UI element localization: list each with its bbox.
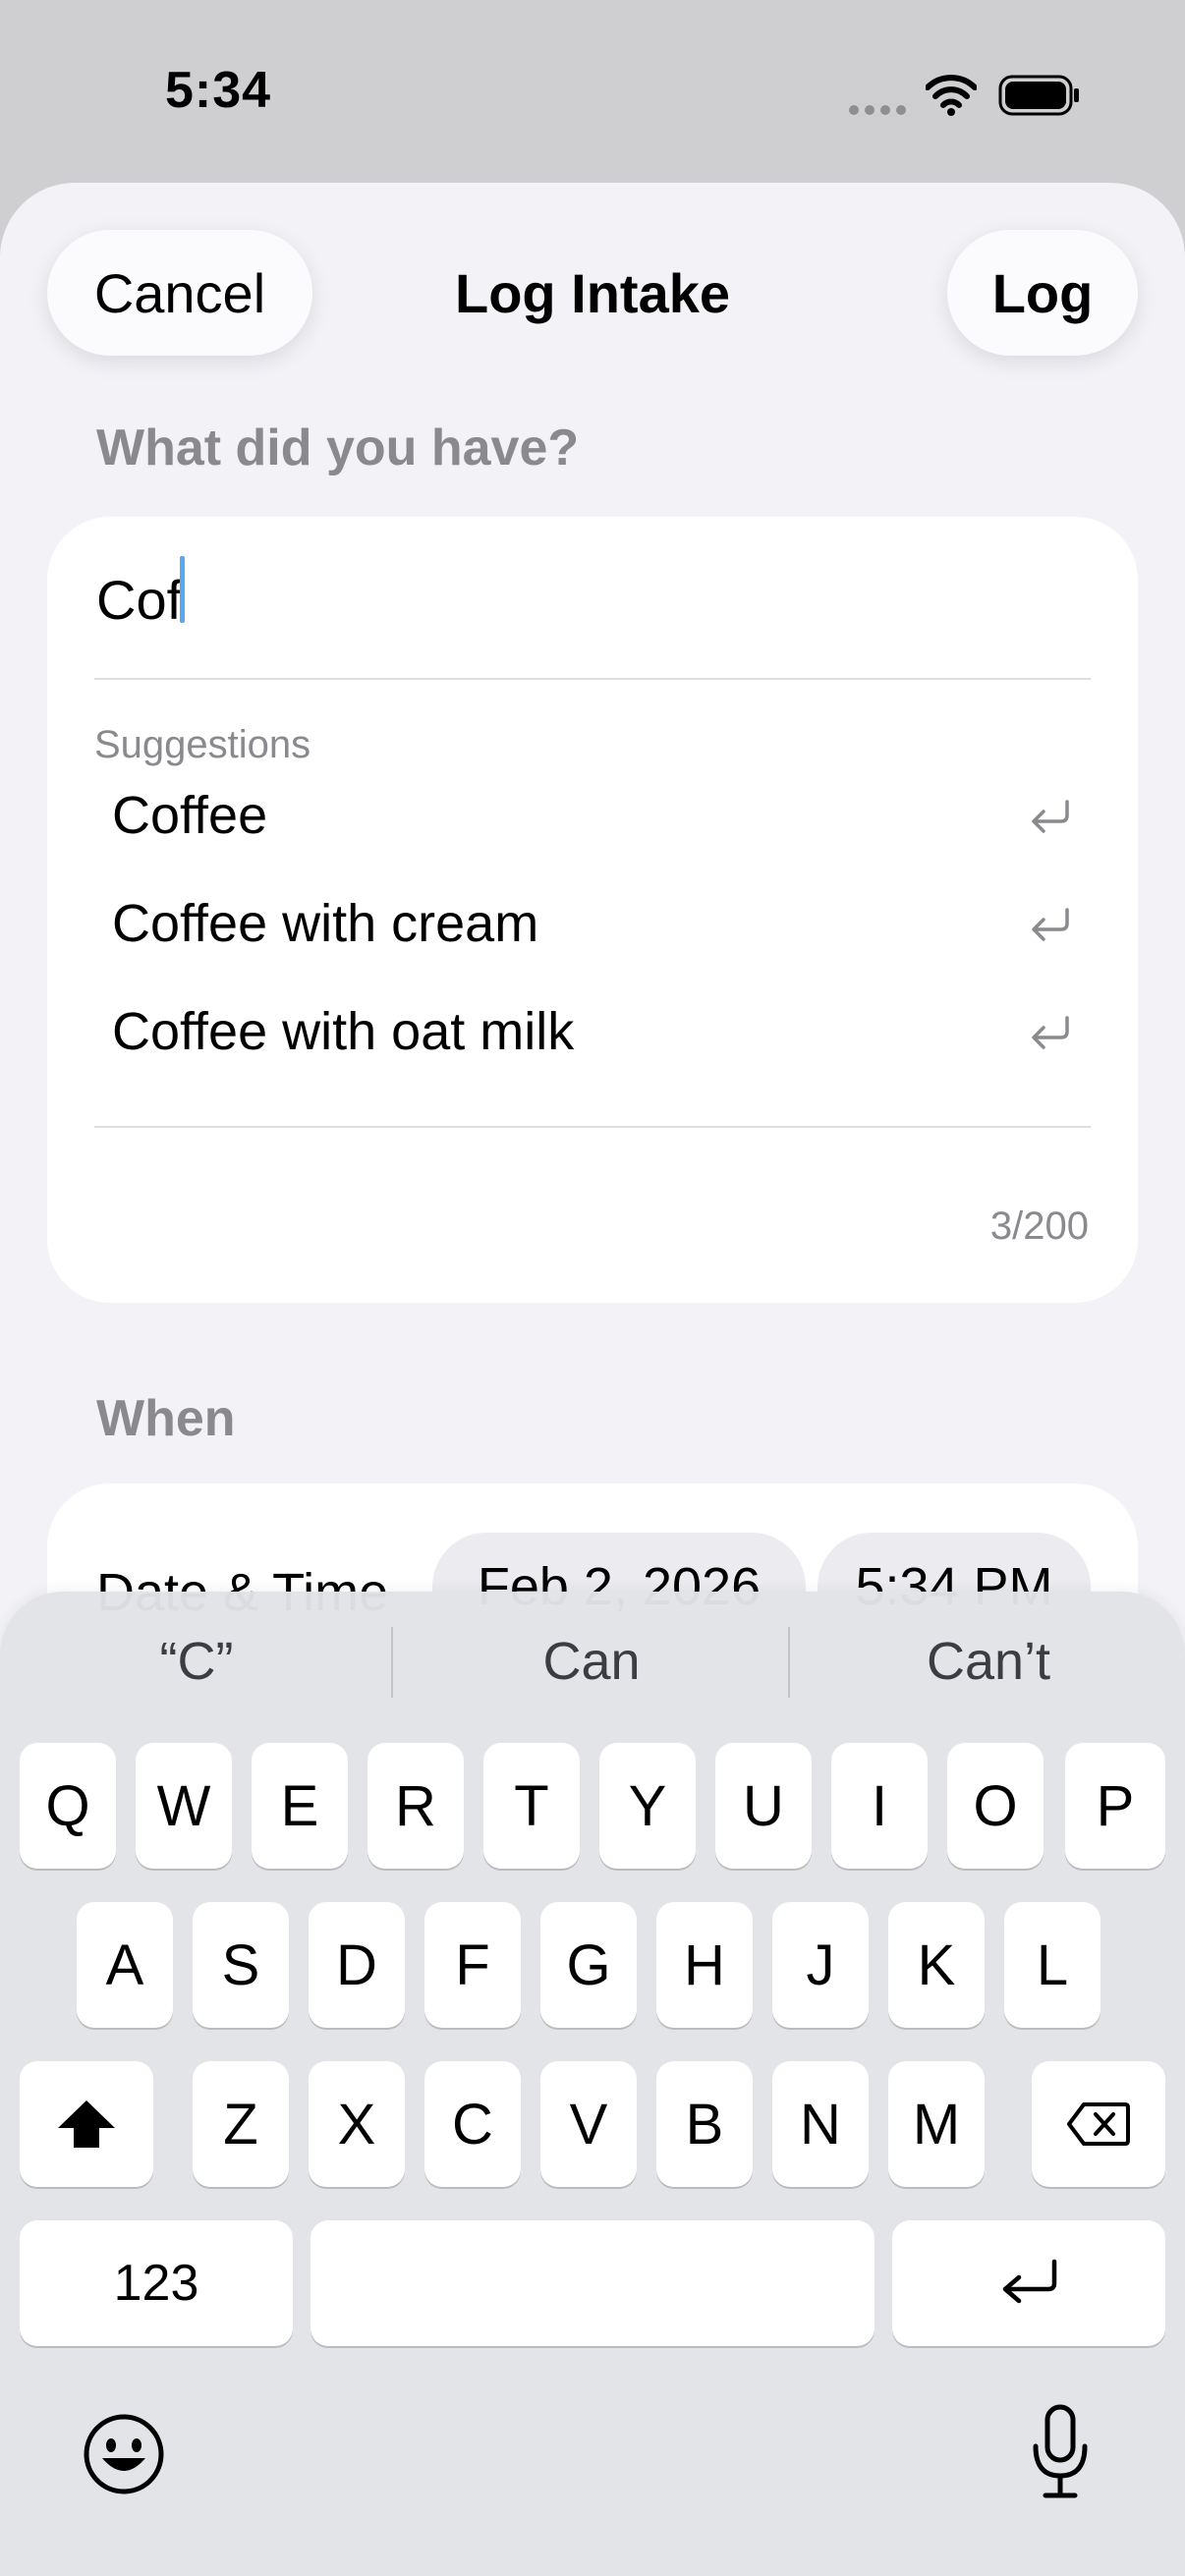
key-m[interactable]: M	[888, 2061, 985, 2187]
key-j[interactable]: J	[772, 1902, 869, 2028]
wifi-icon	[926, 75, 977, 116]
key-e[interactable]: E	[252, 1743, 348, 1869]
intake-input-card: Suggestions Coffee Coffee with cream Cof…	[47, 517, 1138, 1303]
emoji-icon[interactable]	[83, 2413, 165, 2495]
numbers-key[interactable]: 123	[20, 2220, 293, 2346]
return-icon	[1032, 908, 1069, 941]
key-b[interactable]: B	[656, 2061, 753, 2187]
key-y[interactable]: Y	[599, 1743, 696, 1869]
intake-text-input[interactable]	[96, 560, 1079, 639]
character-count: 3/200	[989, 1204, 1089, 1248]
prediction-quoted[interactable]: “C”	[0, 1631, 393, 1692]
key-x[interactable]: X	[309, 2061, 405, 2187]
divider	[94, 678, 1091, 680]
microphone-icon[interactable]	[1026, 2403, 1095, 2501]
status-time: 5:34	[165, 62, 272, 119]
status-bar: 5:34	[0, 0, 1185, 187]
suggestion-item[interactable]: Coffee	[94, 766, 1091, 865]
delete-icon	[1067, 2102, 1130, 2146]
key-v[interactable]: V	[540, 2061, 637, 2187]
key-h[interactable]: H	[656, 1902, 753, 2028]
shift-key[interactable]	[20, 2061, 153, 2187]
key-s[interactable]: S	[193, 1902, 289, 2028]
key-i[interactable]: I	[831, 1743, 928, 1869]
key-d[interactable]: D	[309, 1902, 405, 2028]
suggestion-text: Coffee	[112, 786, 268, 845]
key-a[interactable]: A	[77, 1902, 173, 2028]
suggestion-text: Coffee with oat milk	[112, 1002, 575, 1061]
return-key[interactable]	[892, 2220, 1165, 2346]
delete-key[interactable]	[1032, 2061, 1165, 2187]
key-u[interactable]: U	[715, 1743, 812, 1869]
predictive-bar: “C” Can Can’t	[0, 1592, 1185, 1739]
text-caret	[180, 556, 185, 623]
key-p[interactable]: P	[1065, 1743, 1165, 1869]
key-z[interactable]: Z	[193, 2061, 289, 2187]
key-l[interactable]: L	[1004, 1902, 1100, 2028]
log-button[interactable]: Log	[947, 230, 1138, 356]
battery-icon	[998, 75, 1079, 116]
prediction-separator	[788, 1627, 790, 1698]
return-icon	[1032, 800, 1069, 833]
key-g[interactable]: G	[540, 1902, 637, 2028]
key-k[interactable]: K	[888, 1902, 985, 2028]
return-icon	[1002, 2259, 1057, 2304]
key-n[interactable]: N	[772, 2061, 869, 2187]
divider	[94, 1126, 1091, 1128]
suggestion-item[interactable]: Coffee with oat milk	[94, 982, 1091, 1081]
when-section-label: When	[96, 1390, 236, 1447]
space-key[interactable]	[310, 2220, 875, 2346]
key-c[interactable]: C	[424, 2061, 521, 2187]
prediction-cant[interactable]: Can’t	[792, 1631, 1185, 1692]
cellular-dots-icon	[849, 102, 912, 120]
key-o[interactable]: O	[947, 1743, 1044, 1869]
shift-icon	[58, 2100, 115, 2148]
suggestion-item[interactable]: Coffee with cream	[94, 874, 1091, 973]
suggestions-label: Suggestions	[94, 723, 311, 766]
prediction-can[interactable]: Can	[395, 1631, 788, 1692]
prediction-separator	[391, 1627, 393, 1698]
key-q[interactable]: Q	[20, 1743, 116, 1869]
key-r[interactable]: R	[367, 1743, 464, 1869]
what-section-label: What did you have?	[96, 420, 580, 476]
key-f[interactable]: F	[424, 1902, 521, 2028]
key-t[interactable]: T	[483, 1743, 580, 1869]
suggestion-text: Coffee with cream	[112, 894, 539, 953]
keyboard: “C” Can Can’t Q W E R T Y U I O P A S D …	[0, 1592, 1185, 2576]
key-w[interactable]: W	[136, 1743, 232, 1869]
return-icon	[1032, 1016, 1069, 1049]
